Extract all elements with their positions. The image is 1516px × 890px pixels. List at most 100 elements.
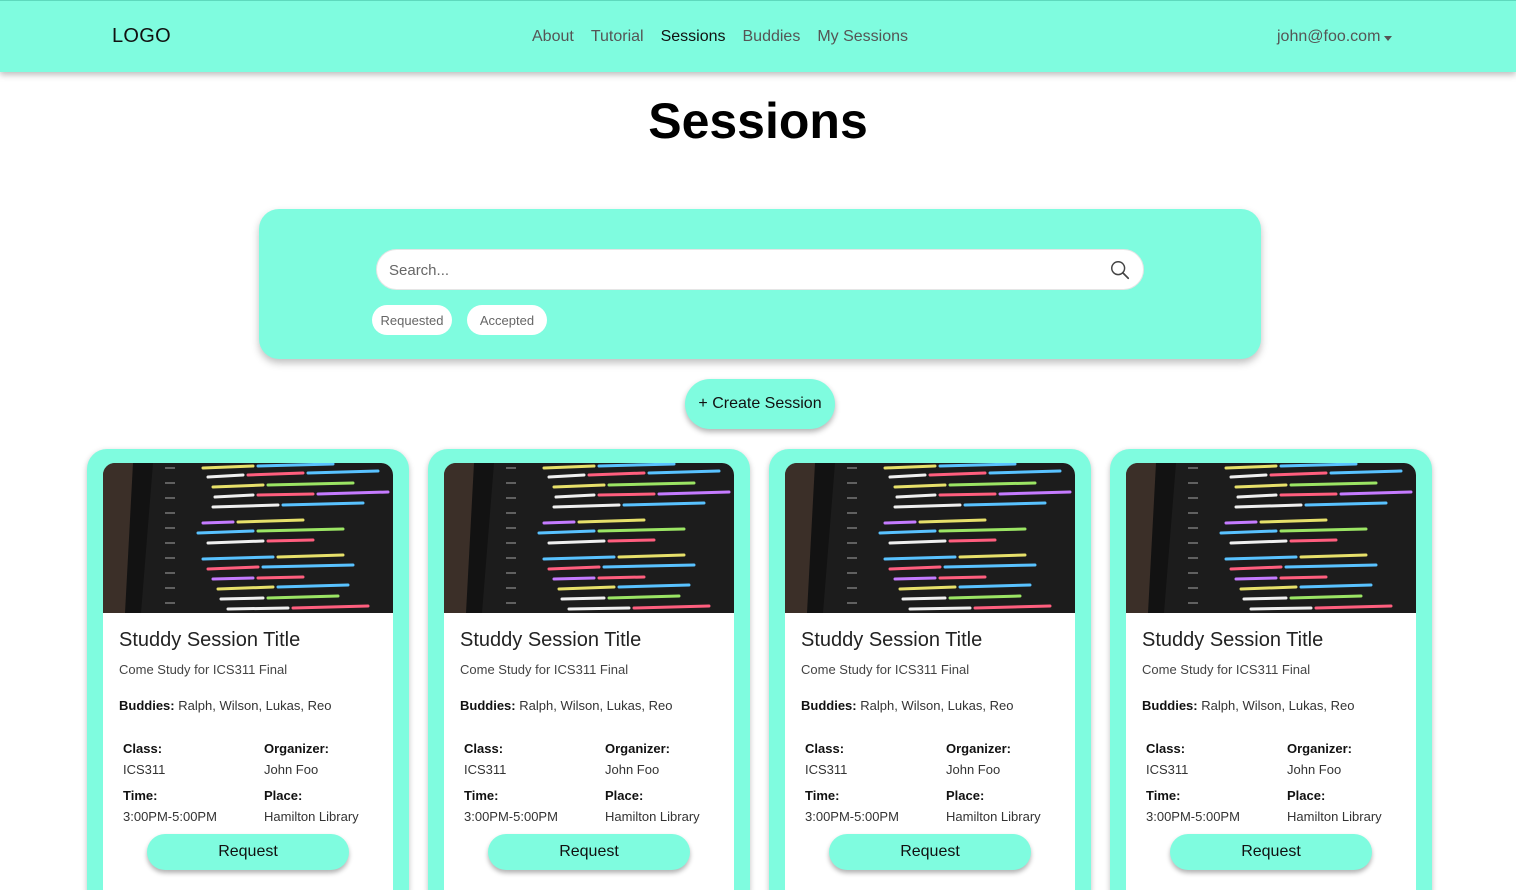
place-label: Place: bbox=[1287, 788, 1326, 803]
time-value: 3:00PM-5:00PM bbox=[1146, 809, 1240, 824]
place-value: Hamilton Library bbox=[1287, 809, 1382, 824]
card-subtitle: Come Study for ICS311 Final bbox=[119, 662, 288, 677]
time-field: Time: 3:00PM-5:00PM bbox=[464, 788, 558, 824]
code-screenshot-image bbox=[103, 463, 393, 613]
card-buddies: Buddies: Ralph, Wilson, Lukas, Reo bbox=[460, 698, 672, 713]
buddies-label: Buddies: bbox=[119, 698, 175, 713]
place-label: Place: bbox=[605, 788, 644, 803]
class-value: ICS311 bbox=[1146, 762, 1189, 777]
place-field: Place: Hamilton Library bbox=[946, 788, 1041, 824]
search-box bbox=[376, 249, 1144, 290]
class-value: ICS311 bbox=[805, 762, 848, 777]
card-buddies: Buddies: Ralph, Wilson, Lukas, Reo bbox=[1142, 698, 1354, 713]
search-icon[interactable] bbox=[1109, 259, 1131, 281]
user-menu-dropdown[interactable]: john@foo.com bbox=[1277, 28, 1393, 46]
buddies-value: Ralph, Wilson, Lukas, Reo bbox=[178, 698, 332, 713]
time-label: Time: bbox=[1146, 788, 1181, 803]
card-subtitle: Come Study for ICS311 Final bbox=[801, 662, 970, 677]
time-value: 3:00PM-5:00PM bbox=[805, 809, 899, 824]
session-card: Studdy Session Title Come Study for ICS3… bbox=[769, 449, 1091, 890]
request-button[interactable]: Request bbox=[147, 834, 349, 870]
place-value: Hamilton Library bbox=[264, 809, 359, 824]
card-buddies: Buddies: Ralph, Wilson, Lukas, Reo bbox=[119, 698, 331, 713]
class-label: Class: bbox=[805, 741, 845, 756]
session-card: Studdy Session Title Come Study for ICS3… bbox=[87, 449, 409, 890]
place-label: Place: bbox=[264, 788, 303, 803]
card-subtitle: Come Study for ICS311 Final bbox=[1142, 662, 1311, 677]
class-field: Class: ICS311 bbox=[805, 741, 847, 777]
request-button[interactable]: Request bbox=[829, 834, 1031, 870]
search-panel: Requested Accepted bbox=[259, 209, 1261, 359]
buddies-label: Buddies: bbox=[1142, 698, 1198, 713]
time-label: Time: bbox=[464, 788, 499, 803]
time-value: 3:00PM-5:00PM bbox=[123, 809, 217, 824]
organizer-field: Organizer: John Foo bbox=[1287, 741, 1352, 777]
nav-link-about[interactable]: About bbox=[532, 28, 574, 46]
time-field: Time: 3:00PM-5:00PM bbox=[1146, 788, 1240, 824]
class-field: Class: ICS311 bbox=[1146, 741, 1188, 777]
time-value: 3:00PM-5:00PM bbox=[464, 809, 558, 824]
buddies-label: Buddies: bbox=[801, 698, 857, 713]
filter-accepted[interactable]: Accepted bbox=[467, 305, 547, 335]
class-field: Class: ICS311 bbox=[123, 741, 165, 777]
buddies-value: Ralph, Wilson, Lukas, Reo bbox=[519, 698, 673, 713]
class-value: ICS311 bbox=[123, 762, 166, 777]
nav-link-buddies[interactable]: Buddies bbox=[743, 28, 801, 46]
logo[interactable]: LOGO bbox=[112, 25, 171, 48]
time-field: Time: 3:00PM-5:00PM bbox=[805, 788, 899, 824]
user-email: john@foo.com bbox=[1277, 28, 1381, 45]
time-label: Time: bbox=[805, 788, 840, 803]
class-field: Class: ICS311 bbox=[464, 741, 506, 777]
session-card-body: Studdy Session Title Come Study for ICS3… bbox=[444, 463, 734, 890]
class-label: Class: bbox=[464, 741, 504, 756]
nav-link-my-sessions[interactable]: My Sessions bbox=[817, 28, 908, 46]
navbar: LOGO About Tutorial Sessions Buddies My … bbox=[0, 0, 1516, 72]
page-title: Sessions bbox=[648, 93, 868, 149]
session-card: Studdy Session Title Come Study for ICS3… bbox=[1110, 449, 1432, 890]
card-title: Studdy Session Title bbox=[119, 629, 301, 651]
buddies-value: Ralph, Wilson, Lukas, Reo bbox=[1201, 698, 1355, 713]
card-subtitle: Come Study for ICS311 Final bbox=[460, 662, 629, 677]
place-label: Place: bbox=[946, 788, 985, 803]
organizer-value: John Foo bbox=[946, 762, 1001, 777]
class-label: Class: bbox=[123, 741, 163, 756]
card-buddies: Buddies: Ralph, Wilson, Lukas, Reo bbox=[801, 698, 1013, 713]
place-field: Place: Hamilton Library bbox=[605, 788, 700, 824]
search-input[interactable] bbox=[389, 258, 1089, 282]
organizer-field: Organizer: John Foo bbox=[946, 741, 1011, 777]
session-card: Studdy Session Title Come Study for ICS3… bbox=[428, 449, 750, 890]
card-title: Studdy Session Title bbox=[801, 629, 983, 651]
place-field: Place: Hamilton Library bbox=[264, 788, 359, 824]
organizer-field: Organizer: John Foo bbox=[605, 741, 670, 777]
time-field: Time: 3:00PM-5:00PM bbox=[123, 788, 217, 824]
nav-link-sessions[interactable]: Sessions bbox=[661, 28, 726, 46]
request-button[interactable]: Request bbox=[1170, 834, 1372, 870]
organizer-label: Organizer: bbox=[264, 741, 330, 756]
card-title: Studdy Session Title bbox=[460, 629, 642, 651]
time-label: Time: bbox=[123, 788, 158, 803]
place-value: Hamilton Library bbox=[946, 809, 1041, 824]
nav-link-tutorial[interactable]: Tutorial bbox=[591, 28, 644, 46]
buddies-value: Ralph, Wilson, Lukas, Reo bbox=[860, 698, 1014, 713]
card-title: Studdy Session Title bbox=[1142, 629, 1324, 651]
organizer-value: John Foo bbox=[264, 762, 319, 777]
code-screenshot-image bbox=[785, 463, 1075, 613]
organizer-label: Organizer: bbox=[1287, 741, 1353, 756]
session-card-body: Studdy Session Title Come Study for ICS3… bbox=[103, 463, 393, 890]
session-card-body: Studdy Session Title Come Study for ICS3… bbox=[1126, 463, 1416, 890]
request-button[interactable]: Request bbox=[488, 834, 690, 870]
create-session-button[interactable]: + Create Session bbox=[685, 379, 835, 429]
session-card-body: Studdy Session Title Come Study for ICS3… bbox=[785, 463, 1075, 890]
organizer-field: Organizer: John Foo bbox=[264, 741, 329, 777]
code-screenshot-image bbox=[444, 463, 734, 613]
organizer-value: John Foo bbox=[605, 762, 660, 777]
code-screenshot-image bbox=[1126, 463, 1416, 613]
filter-requested[interactable]: Requested bbox=[372, 305, 452, 335]
nav-links: About Tutorial Sessions Buddies My Sessi… bbox=[532, 28, 908, 46]
organizer-label: Organizer: bbox=[605, 741, 671, 756]
buddies-label: Buddies: bbox=[460, 698, 516, 713]
place-value: Hamilton Library bbox=[605, 809, 700, 824]
class-value: ICS311 bbox=[464, 762, 507, 777]
caret-down-icon bbox=[1384, 35, 1393, 41]
class-label: Class: bbox=[1146, 741, 1186, 756]
